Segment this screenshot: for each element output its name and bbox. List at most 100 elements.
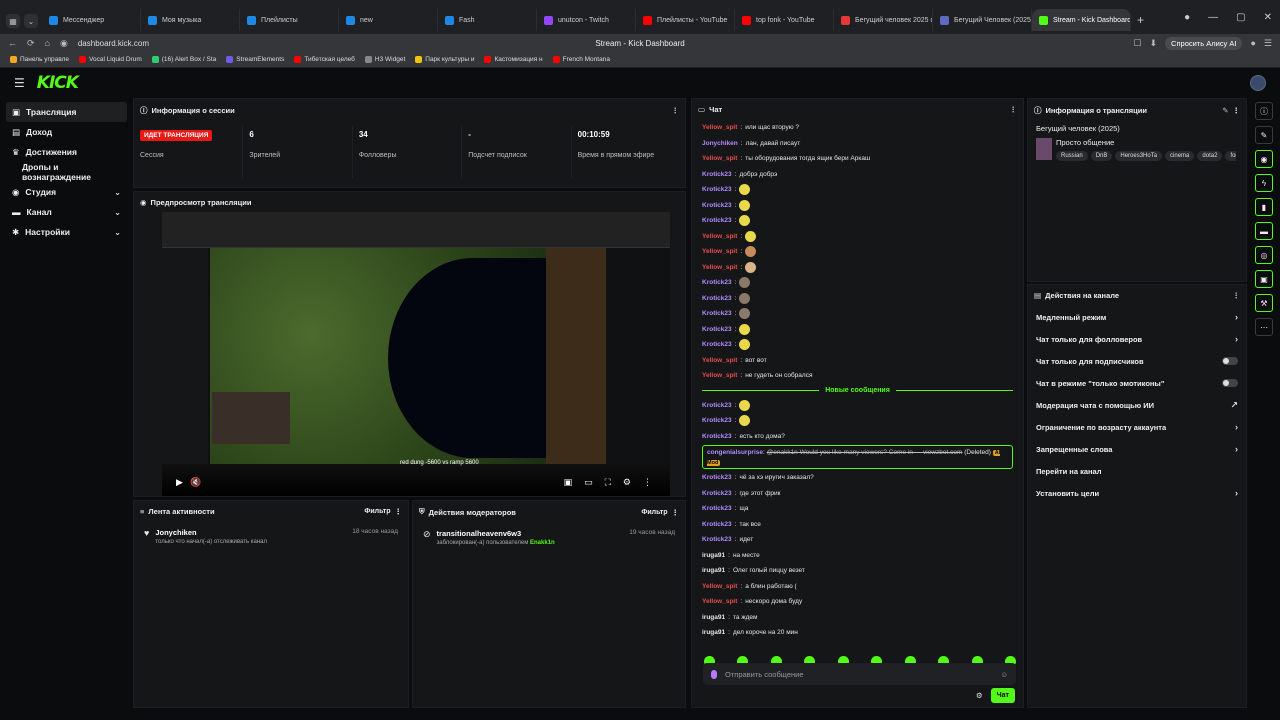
more-options-icon[interactable]: ⋮	[1233, 291, 1241, 300]
chat-username[interactable]: Yellow_spit	[702, 124, 737, 131]
chat-message[interactable]: Krotick23:	[702, 291, 1013, 307]
rail-doc-icon[interactable]: ▮	[1255, 198, 1273, 216]
sidebar-item[interactable]: ◉ Студия ⌄	[6, 182, 127, 202]
edit-icon[interactable]: ✎	[1222, 106, 1228, 115]
flagged-message[interactable]: congenialsurprise: @enakk1n Would you li…	[702, 445, 1013, 469]
back-icon[interactable]: ←	[8, 38, 17, 48]
chat-message[interactable]: Krotick23:	[702, 306, 1013, 322]
chat-username[interactable]: Krotick23	[702, 417, 732, 424]
chat-message[interactable]: Yellow_spit: а блин работаю (	[702, 579, 1013, 595]
browser-tab[interactable]: new	[339, 9, 438, 31]
chat-message[interactable]: Yellow_spit:	[702, 260, 1013, 276]
rail-chat-icon[interactable]: ▬	[1255, 222, 1273, 240]
browser-tab[interactable]: Плейлисты	[240, 9, 339, 31]
chat-username[interactable]: Krotick23	[702, 217, 732, 224]
toggle-switch[interactable]	[1222, 357, 1238, 365]
chat-message[interactable]: Yellow_spit: ты оборудования тогда ящик б…	[702, 151, 1013, 167]
more-options-icon[interactable]: ⋮	[672, 106, 680, 115]
browser-tab[interactable]: Fash	[438, 9, 537, 31]
chat-message[interactable]: Krotick23: есть кто дома?	[702, 429, 1013, 445]
sidebar-item[interactable]: ▬ Канал ⌄	[6, 202, 127, 222]
chat-username[interactable]: iruga91	[702, 552, 725, 559]
chat-message[interactable]: Krotick23: так все	[702, 517, 1013, 533]
chat-message[interactable]: iruga91: та ждем	[702, 610, 1013, 626]
chat-message[interactable]: Krotick23:	[702, 337, 1013, 353]
stream-tag[interactable]: cinema	[1165, 151, 1195, 161]
bookmark-item[interactable]: Кастомизация н	[484, 56, 543, 63]
chat-message[interactable]: Krotick23: где этот фрик	[702, 486, 1013, 502]
theater-icon[interactable]: ▣	[564, 477, 573, 488]
minimize-icon[interactable]: —	[1208, 12, 1218, 23]
rail-bolt-icon[interactable]: ϟ	[1255, 174, 1273, 192]
bookmark-item[interactable]: Vocal Liquid Drum	[78, 56, 142, 63]
channel-action-item[interactable]: Чат только для подписчиков	[1028, 350, 1246, 372]
bookmark-item[interactable]: H3 Widget	[364, 56, 405, 63]
rail-share-icon[interactable]: ⋯	[1255, 318, 1273, 336]
chat-username[interactable]: Yellow_spit	[702, 583, 737, 590]
site-info-icon[interactable]: ◉	[60, 38, 68, 49]
chat-username[interactable]: Krotick23	[702, 310, 732, 317]
chat-message[interactable]: Krotick23:	[702, 182, 1013, 198]
profile-icon[interactable]: ●	[1184, 12, 1190, 23]
chat-message[interactable]: Yellow_spit:	[702, 229, 1013, 245]
home-icon[interactable]: ⌂	[45, 38, 50, 48]
bookmark-item[interactable]: French Montana	[552, 56, 610, 63]
channel-action-item[interactable]: Чат в режиме "только эмотиконы"	[1028, 372, 1246, 394]
chat-message[interactable]: Krotick23: чё за хэ иругич заказал?	[702, 470, 1013, 486]
category-name[interactable]: Просто общение	[1056, 138, 1236, 147]
chat-username[interactable]: Yellow_spit	[702, 357, 737, 364]
rail-info-icon[interactable]: ⓘ	[1255, 102, 1273, 120]
bookmark-item[interactable]: Парк культуры и	[415, 56, 474, 63]
feed-target[interactable]: Enakk1n	[530, 540, 555, 546]
activity-filter-button[interactable]: Фильтр	[364, 508, 390, 515]
more-options-icon[interactable]: ⋮	[395, 507, 403, 516]
browser-tab[interactable]: Бегущий человек 2025 ф	[834, 9, 933, 31]
stream-tag[interactable]: fom	[1225, 151, 1236, 161]
close-window-icon[interactable]: ✕	[1264, 12, 1272, 23]
more-options-icon[interactable]: ⋮	[672, 508, 680, 517]
chat-username[interactable]: iruga91	[702, 567, 725, 574]
chat-message[interactable]: Krotick23: идет	[702, 532, 1013, 548]
chat-message[interactable]: Yellow_spit: не гудеть он собрался	[702, 368, 1013, 384]
chat-username[interactable]: Yellow_spit	[702, 248, 737, 255]
channel-action-item[interactable]: Чат только для фолловеров ›	[1028, 328, 1246, 350]
feed-username[interactable]: transitionalheavenv6w3	[437, 529, 555, 538]
stream-tag[interactable]: Russian	[1056, 151, 1088, 161]
chat-message[interactable]: Jonychiken: лан, давай писаут	[702, 136, 1013, 152]
user-avatar[interactable]	[1250, 75, 1266, 91]
chat-input[interactable]: Отправить сообщение ☺	[703, 663, 1016, 685]
stream-video-player[interactable]: red dung -5600 vs ramp 5600 ▶ 🔇 ▣ ▭ ⛶ ⚙ …	[162, 212, 670, 496]
chat-username[interactable]: Yellow_spit	[702, 264, 737, 271]
more-video-icon[interactable]: ⋮	[643, 477, 652, 488]
bookmark-icon[interactable]: ☐	[1133, 38, 1141, 49]
chat-message[interactable]: Yellow_spit:	[702, 244, 1013, 260]
sidebar-item[interactable]: ▣ Трансляция	[6, 102, 127, 122]
mic-icon[interactable]	[711, 669, 717, 679]
channel-action-item[interactable]: Модерация чата с помощью ИИ ↗	[1028, 394, 1246, 416]
bookmark-item[interactable]: StreamElements	[226, 56, 284, 63]
stream-tag[interactable]: Heroes3HoTa	[1115, 151, 1163, 161]
chat-username[interactable]: Krotick23	[702, 521, 732, 528]
rail-edit-icon[interactable]: ✎	[1255, 126, 1273, 144]
chat-username[interactable]: Krotick23	[702, 341, 732, 348]
chat-username[interactable]: Krotick23	[702, 186, 732, 193]
mod-filter-button[interactable]: Фильтр	[641, 509, 667, 516]
channel-action-item[interactable]: Ограничение по возрасту аккаунта ›	[1028, 416, 1246, 438]
chat-message[interactable]: iruga91: дел короче на 20 мин	[702, 625, 1013, 641]
browser-tab[interactable]: Stream - Kick Dashboard✕	[1032, 9, 1131, 31]
browser-tab[interactable]: Моя музыка	[141, 9, 240, 31]
toggle-switch[interactable]	[1222, 379, 1238, 387]
forward-icon[interactable]: ⟳	[27, 38, 35, 49]
feed-username[interactable]: Jonychiken	[155, 528, 267, 537]
browser-tab[interactable]: unutcon - Twitch	[537, 9, 636, 31]
browser-tab[interactable]: Мессенджер	[42, 9, 141, 31]
chat-username[interactable]: Krotick23	[702, 171, 732, 178]
chat-username[interactable]: Yellow_spit	[702, 233, 737, 240]
chat-message[interactable]: iruga91: Олег голый пиццу везет	[702, 563, 1013, 579]
more-options-icon[interactable]: ⋮	[1233, 106, 1241, 115]
chat-username[interactable]: Krotick23	[702, 505, 732, 512]
new-tab-icon[interactable]: +	[1137, 13, 1144, 27]
chat-username[interactable]: Yellow_spit	[702, 372, 737, 379]
rail-tools-icon[interactable]: ⚒	[1255, 294, 1273, 312]
bookmark-item[interactable]: Панель управле	[10, 56, 69, 63]
